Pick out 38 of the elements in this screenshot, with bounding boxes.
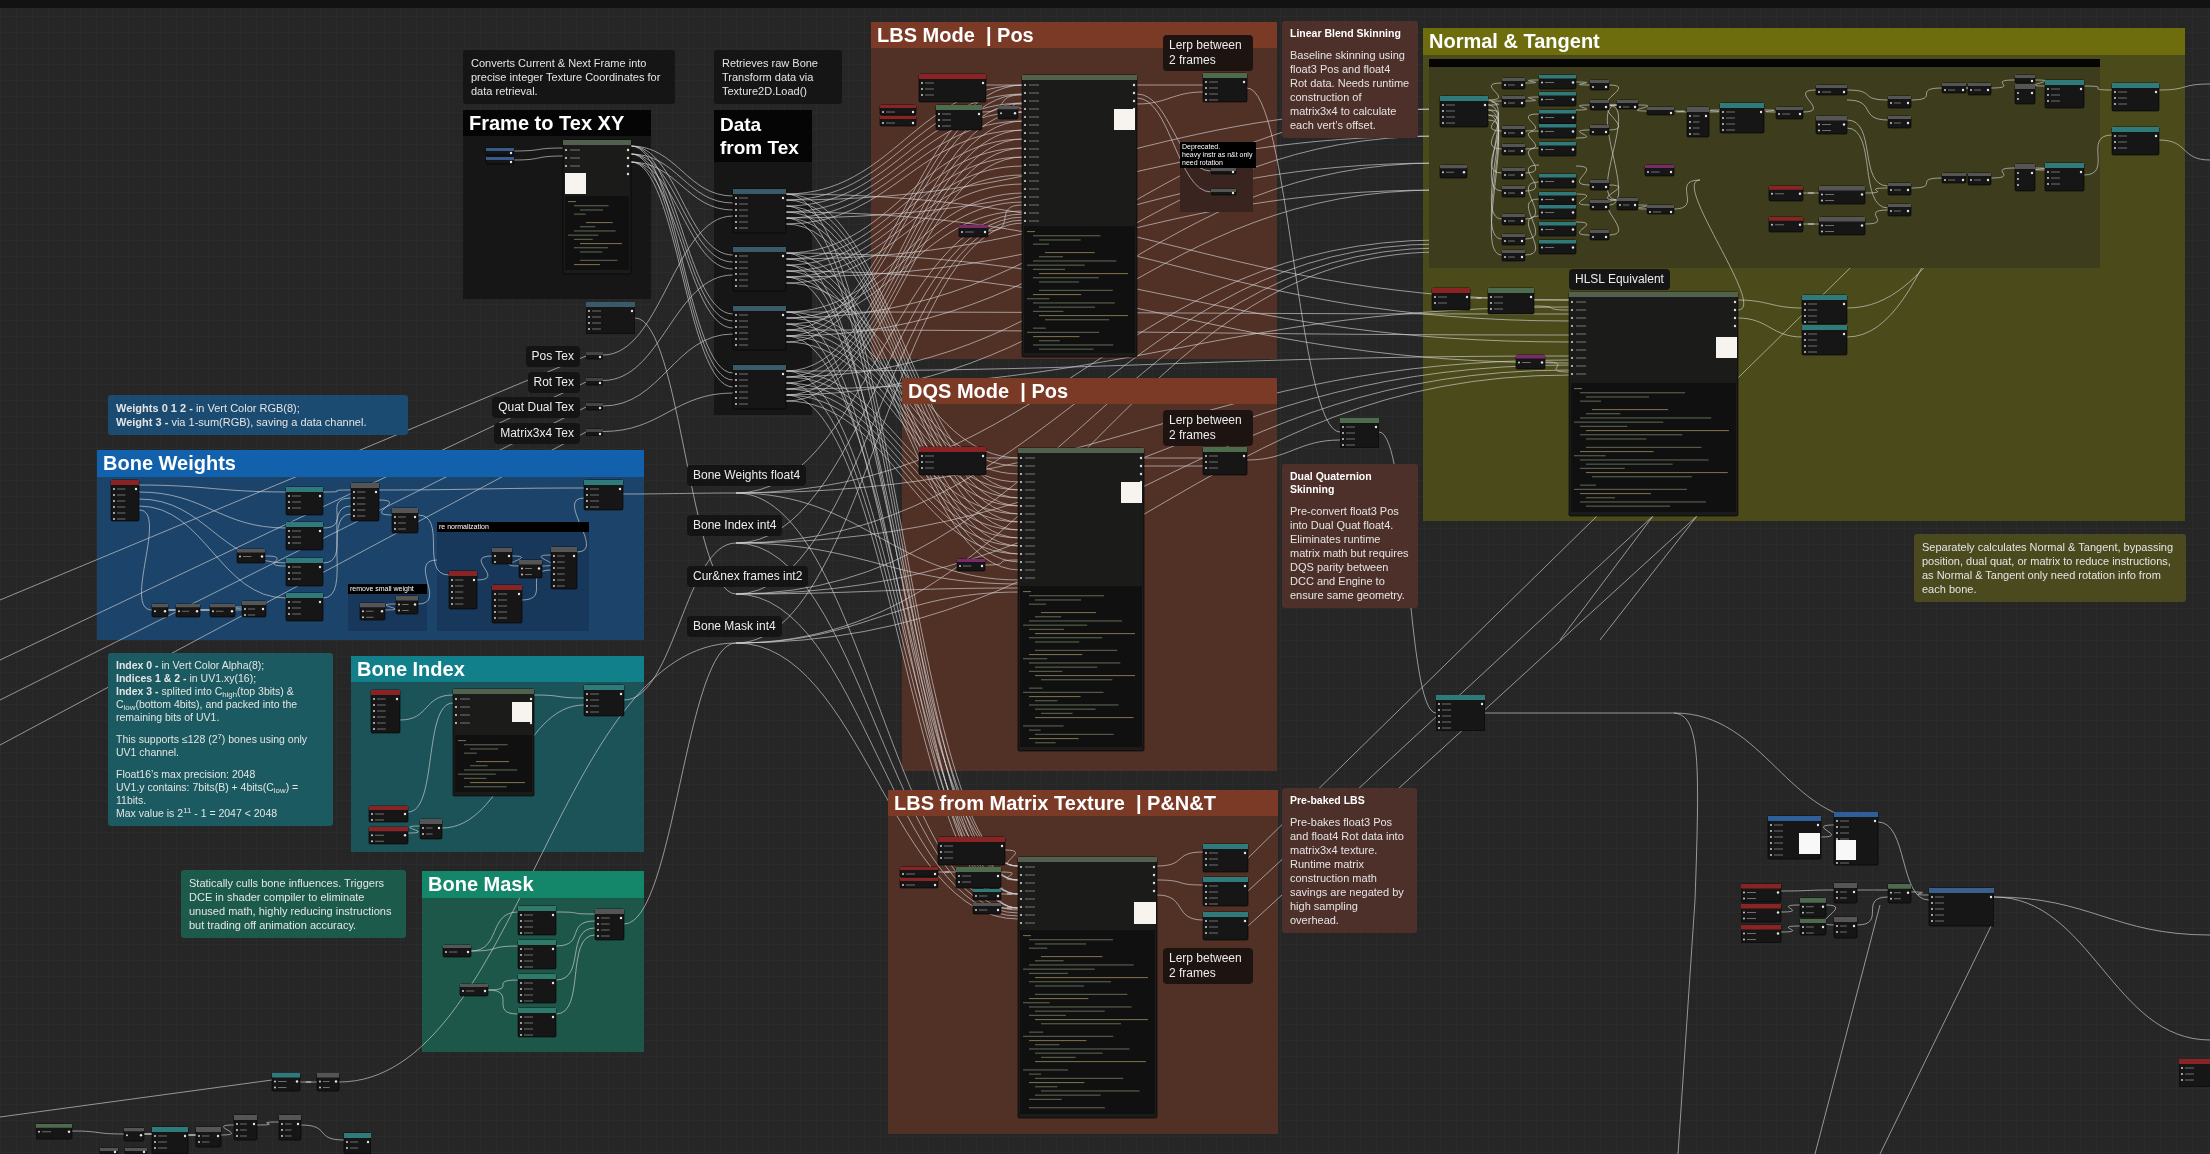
comment-text: Index 0 - in Vert Color Alpha(8); Indices 1 & 2 - in UV1.xy(16); Index 3 - splited into C$_{high}$(top 3bits) & C$_{low}$(bottom 4bits), and packed into the remaining bits of UV1.: [116, 659, 299, 724]
comment-label: Bone Index int4: [687, 515, 783, 536]
comment-label: Bone Mask int4: [687, 616, 782, 637]
comment-label: Pos Tex: [525, 346, 580, 367]
graph-node: [2179, 1059, 2210, 1087]
comment-text: Weights 0 1 2 - in Vert Color RGB(8); Weight 3 - via 1-sum(RGB), saving a data channel.: [116, 401, 368, 429]
group-title: Bone Mask: [422, 871, 644, 898]
group-title: DQS Mode | Pos: [902, 378, 1277, 404]
comment-label: Lerp between 2 frames: [1163, 35, 1253, 71]
comment-label: Lerp between 2 frames: [1163, 948, 1253, 984]
group-title: LBS from Matrix Texture | P&N&T: [888, 790, 1278, 816]
comment-label: Quat Dual Tex: [492, 397, 580, 418]
comment-label: Rot Tex: [527, 372, 580, 393]
comment-title: Linear Blend Skinning: [1290, 27, 1402, 40]
comment-label: Matrix3x4 Tex: [494, 423, 580, 444]
comment-label: HLSL Equivalent: [1569, 269, 1670, 290]
group-title: Normal & Tangent: [1423, 28, 2185, 55]
group-title: Frame to Tex XY: [463, 110, 651, 136]
comment-text: Baseline skinning using float3 Pos and float4 Rot data. Needs runtime construction of matrix3x4 to calculate each vert’s offset.: [1290, 48, 1410, 132]
comment-text: Float16’s max precision: 2048 UV1.y contains: 7bits(B) + 4bits(C$_{low}$) = 11bits. Max value is 2$^{11}$ - 1 = 2047 < 2048: [116, 768, 300, 820]
comment-text: This supports ≤128 (2$^{7}$) bones using only UV1 channel.: [116, 733, 309, 759]
comment-text: Separately calculates Normal & Tangent, bypassing position, dual quat, or matrix to reduce instructions, as Normal & Tangent only need rotation info from each bone.: [1922, 540, 2175, 596]
graph-node: [1340, 418, 1379, 448]
group-title: Bone Weights: [97, 450, 644, 477]
group-title: Data from Tex: [714, 110, 812, 162]
comment-label: Cur&nex frames int2: [687, 566, 809, 587]
comment-text: Statically culls bone influences. Triggers DCE in shader compiler to eliminate unused math, highly reducing instructions but trading off animation accuracy.: [189, 876, 393, 932]
comment-text: Pre-convert float3 Pos into Dual Quat float4. Eliminates runtime matrix math but requires DQS parity between DCC and Engine to ensure same geometry.: [1290, 504, 1410, 602]
comment-label: Bone Weights float4: [687, 465, 807, 486]
comment-text: Retrieves raw Bone Transform data via Texture2D.Load(): [722, 56, 819, 98]
comment-text: Pre-bakes float3 Pos and float4 Rot data into matrix3x4 texture. Runtime matrix construction math savings are negated by high sampling overhead.: [1290, 815, 1405, 927]
graph-node: [586, 302, 635, 334]
graph-node: [1436, 695, 1485, 731]
comment-label: Lerp between 2 frames: [1163, 410, 1253, 446]
comment-text: Converts Current & Next Frame into precise integer Texture Coordinates for data retrieval.: [471, 56, 662, 98]
comment-title: Pre-baked LBS: [1290, 794, 1366, 807]
group-title: Bone Index: [351, 656, 644, 682]
comment-title: Dual Quaternion Skinning: [1290, 470, 1373, 496]
